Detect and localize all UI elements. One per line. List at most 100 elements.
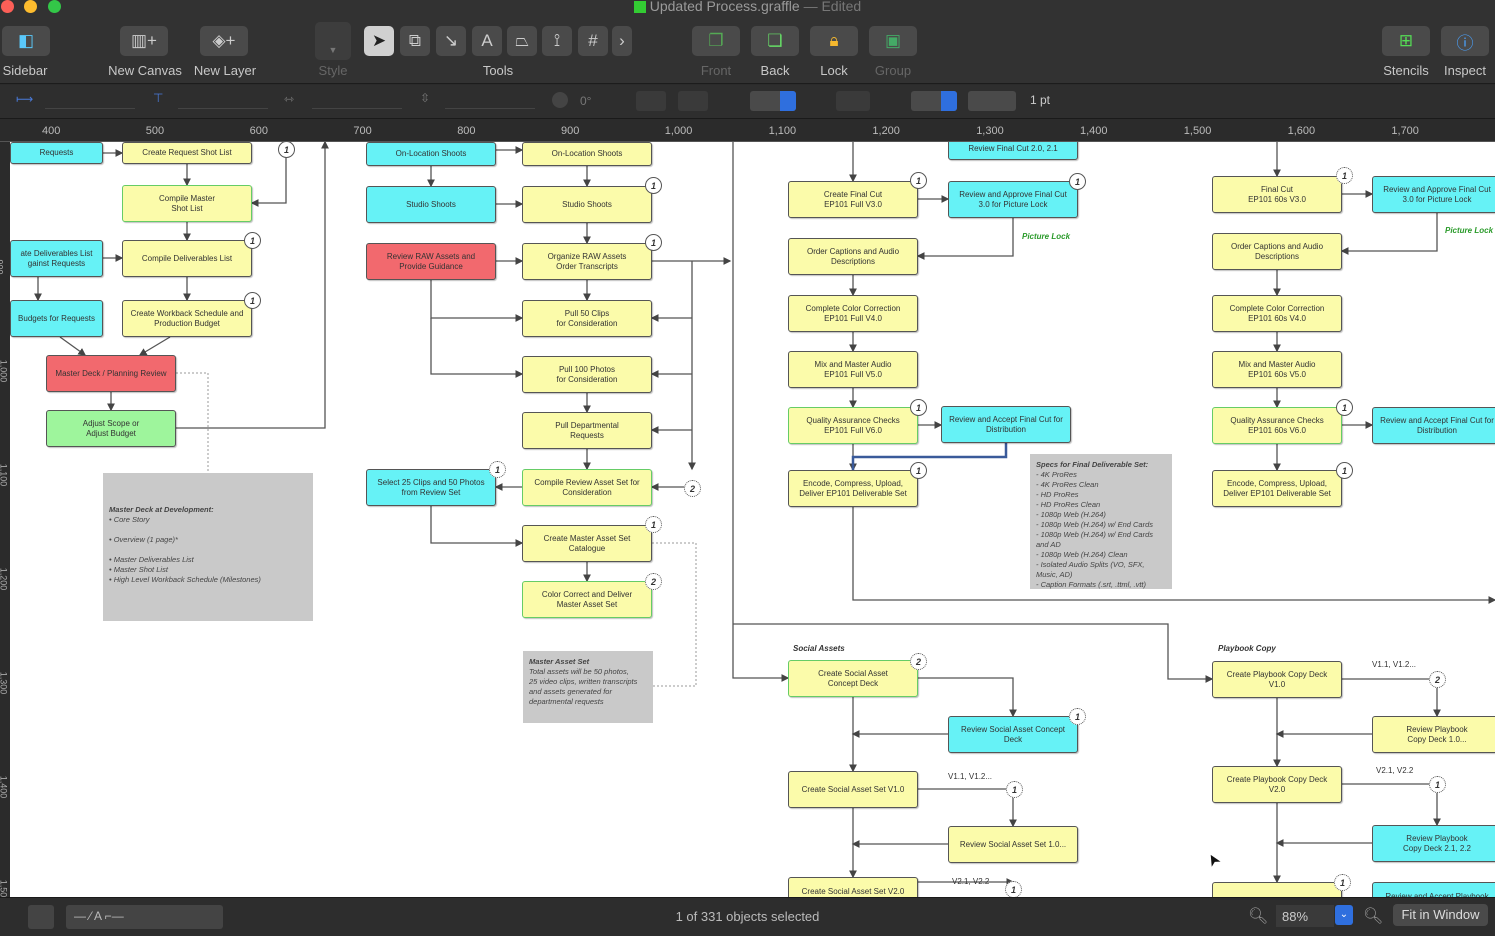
note-connector[interactable]: [176, 372, 209, 473]
process-node[interactable]: Studio Shoots: [366, 186, 496, 223]
process-node[interactable]: Mix and Master Audio EP101 Full V5.0: [788, 351, 918, 388]
process-node[interactable]: Complete Color Correction EP101 Full V4.…: [788, 295, 918, 332]
process-node[interactable]: Select 25 Clips and 50 Photos from Revie…: [366, 469, 496, 506]
connector-line[interactable]: [732, 142, 790, 682]
process-node[interactable]: On-Location Shoots: [366, 142, 496, 166]
back-button[interactable]: ❏: [751, 26, 799, 56]
lock-button[interactable]: 🔒︎: [810, 26, 858, 56]
more-tools-button[interactable]: ›: [612, 26, 632, 56]
process-node[interactable]: Create Final Cut EP101 Full V3.0: [788, 181, 918, 218]
process-node[interactable]: Review Social Asset Set 1.0...: [948, 826, 1078, 863]
canvas[interactable]: Requests Create Request Shot List Compile …: [10, 142, 1495, 897]
style-button[interactable]: ▼: [315, 22, 351, 60]
x-position-field[interactable]: [45, 93, 135, 109]
process-node[interactable]: Final Cut EP101 60s V3.0: [1212, 176, 1342, 213]
connector-line[interactable]: [430, 318, 524, 378]
note-connector[interactable]: [652, 542, 697, 687]
fill-color-well[interactable]: [836, 91, 870, 111]
process-node[interactable]: Budgets for Requests: [10, 300, 103, 337]
process-node[interactable]: Pull 50 Clips for Consideration: [522, 300, 652, 337]
process-node[interactable]: Create Request Shot List: [122, 142, 252, 164]
connector-line[interactable]: [430, 506, 524, 547]
process-node[interactable]: Review and Approve Final Cut 3.0 for Pic…: [948, 181, 1078, 218]
connector-line[interactable]: [1342, 783, 1441, 827]
flip-horizontal-button[interactable]: [636, 91, 666, 111]
process-node[interactable]: Color Correct and Deliver Master Asset S…: [522, 581, 652, 618]
process-node[interactable]: Review Final Cut 2.0, 2.1: [948, 142, 1078, 160]
process-node[interactable]: Review and Accept Final Cut for Distribu…: [941, 406, 1071, 443]
process-node[interactable]: Order Captions and Audio Descriptions: [1212, 233, 1342, 270]
process-node[interactable]: Create Playbook Copy Deck V2.0: [1212, 766, 1342, 803]
fill-style-popup[interactable]: [750, 91, 796, 111]
process-node[interactable]: Review Playbook Copy Deck 1.0...: [1372, 716, 1495, 753]
connector-line[interactable]: [59, 336, 87, 356]
connector-line[interactable]: [918, 677, 1017, 718]
process-node[interactable]: Order Captions and Audio Descriptions: [788, 238, 918, 275]
process-node[interactable]: Review and Approve Final Cut 3.0 for Pic…: [1372, 176, 1495, 213]
process-node[interactable]: Create Social Asset Concept Deck: [788, 660, 918, 697]
new-layer-button[interactable]: ◈+: [200, 26, 248, 56]
process-node[interactable]: Mix and Master Audio EP101 60s V5.0: [1212, 351, 1342, 388]
process-node[interactable]: Master Deck / Planning Review: [46, 355, 176, 392]
selection-tool[interactable]: ➤: [364, 26, 394, 56]
sidebar-button[interactable]: ◧: [2, 26, 50, 56]
flip-vertical-button[interactable]: [678, 91, 708, 111]
process-node[interactable]: Pull 100 Photos for Consideration: [522, 356, 652, 393]
connector-line[interactable]: [1342, 678, 1441, 718]
connector-line[interactable]: [138, 336, 171, 356]
note-box[interactable]: Master Deck at Development: • Core Story …: [103, 473, 313, 621]
process-node[interactable]: Studio Shoots: [522, 186, 652, 223]
process-node[interactable]: Encode, Compress, Upload, Deliver EP101 …: [1212, 470, 1342, 507]
note-box[interactable]: Master Asset Set Total assets will be 50 …: [523, 651, 653, 723]
process-node[interactable]: Review Social Asset Concept Deck: [948, 716, 1078, 753]
connector-line[interactable]: [918, 788, 1017, 828]
rotation-knob[interactable]: [552, 92, 568, 108]
process-node[interactable]: Requests: [10, 142, 103, 164]
point-editor-tool[interactable]: ⟟: [542, 26, 572, 56]
process-node[interactable]: Encode, Compress, Upload, Deliver EP101 …: [788, 470, 918, 507]
process-node[interactable]: Review Playbook Copy Deck 2.1, 2.2: [1372, 825, 1495, 862]
process-node[interactable]: Compile Deliverables List: [122, 240, 252, 277]
inspect-button[interactable]: ⓘ: [1441, 26, 1489, 56]
stroke-style-popup[interactable]: [911, 91, 957, 111]
stroke-width-field[interactable]: 1 pt: [1030, 93, 1050, 107]
process-node[interactable]: Compile Review Asset Set for Considerati…: [522, 469, 652, 506]
process-node[interactable]: Pull Departmental Requests: [522, 412, 652, 449]
process-node[interactable]: Quality Assurance Checks EP101 60s V6.0: [1212, 407, 1342, 444]
pen-tool[interactable]: ⏢: [507, 26, 537, 56]
stencils-button[interactable]: ⊞: [1382, 26, 1430, 56]
front-button[interactable]: ❐: [692, 26, 740, 56]
connector-line[interactable]: [250, 149, 287, 207]
height-field[interactable]: [445, 93, 535, 109]
connector-line[interactable]: [1340, 213, 1438, 255]
process-node[interactable]: Adjust Scope or Adjust Budget: [46, 410, 176, 447]
process-node[interactable]: Create Social Asset Set V2.0: [788, 877, 918, 897]
zoom-in-icon[interactable]: 🔍︎: [1363, 906, 1383, 926]
text-tool[interactable]: A: [472, 26, 502, 56]
process-node[interactable]: Review RAW Assets and Provide Guidance: [366, 243, 496, 280]
process-node[interactable]: Complete Color Correction EP101 60s V4.0: [1212, 295, 1342, 332]
line-pattern-popup[interactable]: [968, 91, 1016, 111]
connector-line[interactable]: [430, 280, 524, 322]
shape-tool[interactable]: ⧉: [400, 26, 430, 56]
process-node[interactable]: Quality Assurance Checks EP101 Full V6.0: [788, 407, 918, 444]
process-node[interactable]: Compile Master Shot List: [122, 185, 252, 222]
process-node[interactable]: Organize RAW Assets Order Transcripts: [522, 243, 652, 280]
group-button[interactable]: ▣: [869, 26, 917, 56]
connector-line[interactable]: [916, 218, 1014, 260]
process-node[interactable]: Create Master Asset Set Catalogue: [522, 525, 652, 562]
process-node[interactable]: Create Social Asset Set V1.0: [788, 771, 918, 808]
zoom-dropdown-chevron-icon[interactable]: ⌄: [1335, 905, 1353, 925]
process-node[interactable]: Create Playbook Copy Deck V1.0: [1212, 661, 1342, 698]
connector-line[interactable]: [852, 507, 1495, 604]
process-node[interactable]: ate Deliverables List gainst Requests: [10, 240, 103, 277]
process-node[interactable]: Create Workback Schedule and Production …: [122, 300, 252, 337]
process-node[interactable]: Review and Accept Playbook: [1372, 882, 1495, 897]
fit-in-window-button[interactable]: Fit in Window: [1393, 904, 1488, 926]
diagram-tool[interactable]: #: [578, 26, 608, 56]
line-tool[interactable]: ↘: [436, 26, 466, 56]
process-node[interactable]: On-Location Shoots: [522, 142, 652, 166]
note-box[interactable]: Specs for Final Deliverable Set: - 4K Pro…: [1030, 454, 1172, 589]
zoom-field[interactable]: 88%: [1276, 905, 1334, 927]
zoom-out-icon[interactable]: 🔍︎: [1248, 906, 1268, 926]
